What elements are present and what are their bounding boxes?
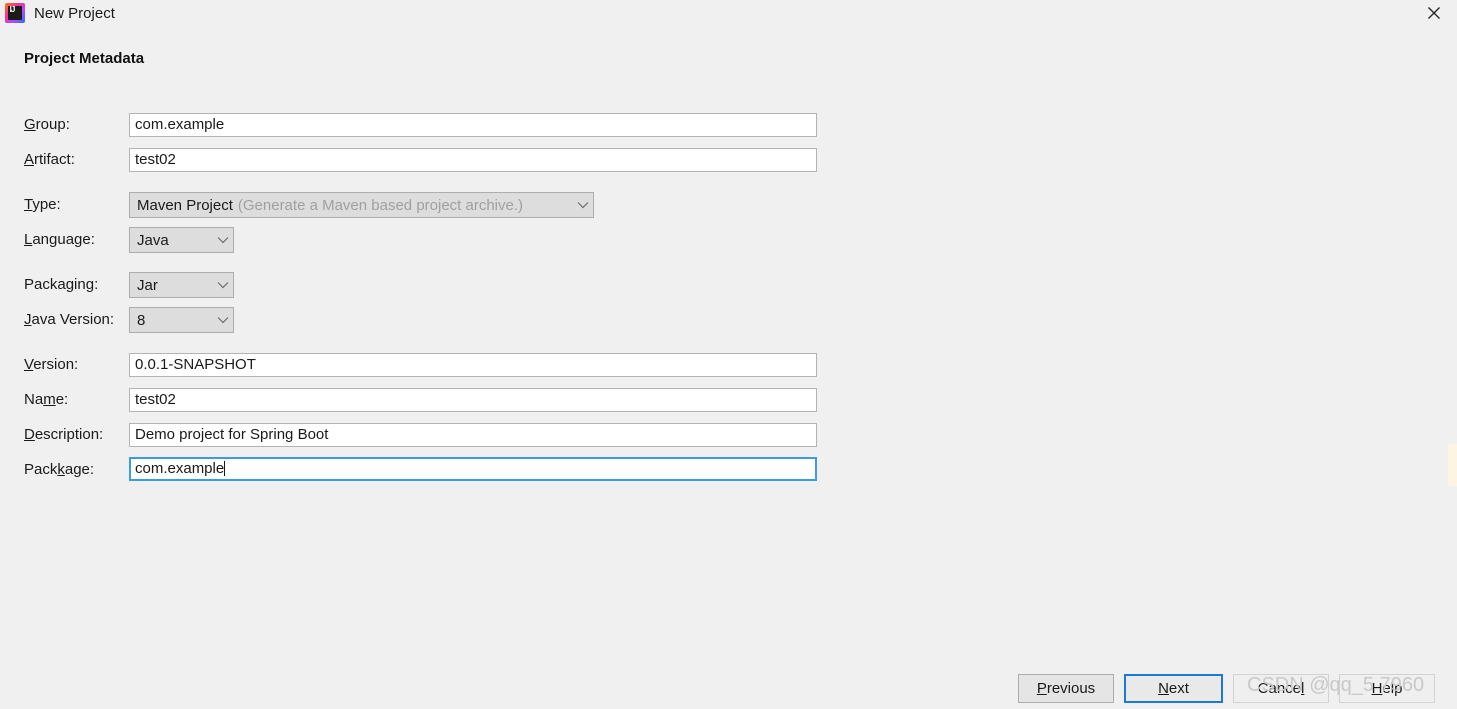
type-hint: (Generate a Maven based project archive.… (237, 196, 524, 214)
dialog-button-bar: Previous Next Cancel Help (0, 674, 1457, 703)
label-language: Language: (24, 231, 95, 248)
artifact-input[interactable]: test02 (129, 148, 817, 172)
next-button[interactable]: Next (1124, 674, 1223, 703)
type-value: Maven Project (137, 196, 233, 214)
label-artifact: Artifact: (24, 151, 75, 168)
language-select[interactable]: Java (129, 227, 234, 253)
text-caret (224, 461, 226, 476)
java-version-select[interactable]: 8 (129, 307, 234, 333)
chevron-down-icon (209, 236, 229, 244)
description-input[interactable]: Demo project for Spring Boot (129, 423, 817, 447)
label-name: Name: (24, 391, 69, 408)
group-input[interactable]: com.example (129, 113, 817, 137)
version-input[interactable]: 0.0.1-SNAPSHOT (129, 353, 817, 377)
close-icon[interactable] (1411, 0, 1457, 26)
previous-button[interactable]: Previous (1018, 674, 1114, 703)
title-bar: IJ New Project (0, 0, 1457, 26)
package-input[interactable]: com.example (129, 457, 817, 481)
label-description: Description: (24, 426, 104, 443)
page-title: Project Metadata (24, 50, 145, 67)
chevron-down-icon (209, 316, 229, 324)
name-input[interactable]: test02 (129, 388, 817, 412)
label-type: Type: (24, 196, 61, 213)
cancel-button[interactable]: Cancel (1233, 674, 1329, 703)
window-title: New Project (34, 4, 115, 22)
label-version: Version: (24, 356, 79, 373)
right-edge-sliver (1448, 444, 1457, 486)
chevron-down-icon (209, 281, 229, 289)
java-version-value: 8 (137, 311, 146, 329)
label-package: Packkage: (24, 461, 95, 478)
intellij-idea-icon: IJ (5, 3, 25, 23)
label-packaging: Packaging: (24, 276, 99, 293)
packaging-value: Jar (137, 276, 158, 294)
label-group: Group: (24, 116, 70, 133)
packaging-select[interactable]: Jar (129, 272, 234, 298)
chevron-down-icon (569, 201, 589, 209)
language-value: Java (137, 231, 169, 249)
help-button[interactable]: Help (1339, 674, 1435, 703)
label-java-version: Java Version: (24, 311, 115, 328)
type-select[interactable]: Maven Project (Generate a Maven based pr… (129, 192, 594, 218)
